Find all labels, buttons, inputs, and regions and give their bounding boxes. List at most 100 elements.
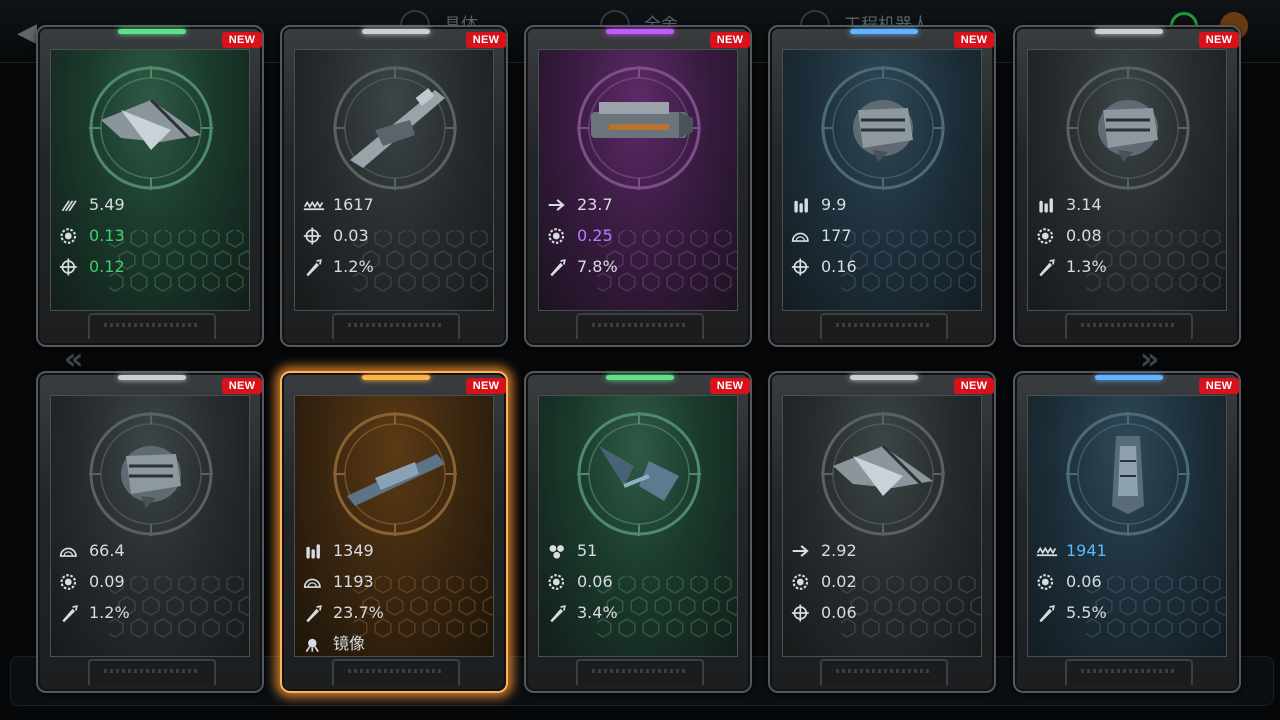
missile-icon xyxy=(550,259,566,277)
ship-card[interactable]: NEW 9.9 177 0.16 xyxy=(768,25,996,347)
card-footer xyxy=(820,659,948,685)
rarity-bar xyxy=(118,29,186,34)
hex-pattern xyxy=(1086,230,1226,292)
stat-row: 1193 xyxy=(303,571,374,593)
ammo-icon xyxy=(794,198,808,213)
ship-card[interactable]: NEW 1349 1193 23.7% 镜像 xyxy=(280,371,508,693)
hex-pattern xyxy=(597,230,737,292)
card-panel: 1941 0.06 5.5% xyxy=(1027,395,1227,657)
cluster-icon xyxy=(549,545,564,559)
ship-card[interactable]: NEW 2.92 0.02 0.06 xyxy=(768,371,996,693)
stat-value: 1.3% xyxy=(1066,257,1107,276)
new-badge: NEW xyxy=(1199,378,1239,394)
rarity-bar xyxy=(850,29,918,34)
ship-card[interactable]: NEW 1941 0.06 5.5% xyxy=(1013,371,1241,693)
rarity-bar xyxy=(850,375,918,380)
stat-row: 51 xyxy=(547,540,597,562)
gear-icon xyxy=(1037,574,1054,590)
stat-value: 5.49 xyxy=(89,195,125,214)
ship-image xyxy=(853,100,913,162)
ship-card[interactable]: NEW 51 0.06 3.4% xyxy=(524,371,752,693)
gear-icon xyxy=(792,574,809,590)
stat-value: 23.7% xyxy=(333,603,384,622)
ammo-icon xyxy=(306,544,320,559)
ship-card[interactable]: NEW 23.7 0.25 7.8% xyxy=(524,25,752,347)
ship-card[interactable]: NEW 66.4 0.09 1.2% xyxy=(36,371,264,693)
card-panel: 3.14 0.08 1.3% xyxy=(1027,49,1227,311)
ship-image xyxy=(350,88,445,168)
stat-row: 0.12 xyxy=(59,256,125,278)
ship-image xyxy=(121,446,181,508)
gear-icon xyxy=(548,574,565,590)
ship-card[interactable]: NEW 3.14 0.08 1.3% xyxy=(1013,25,1241,347)
hex-pattern xyxy=(1086,576,1226,638)
rarity-bar xyxy=(606,29,674,34)
crosshair-icon xyxy=(59,258,77,276)
ship-image xyxy=(1098,100,1158,162)
hex-pattern xyxy=(109,230,249,292)
stat-row: 3.14 xyxy=(1036,194,1102,216)
card-panel: 5.49 0.13 0.12 xyxy=(50,49,250,311)
card-footer xyxy=(88,313,216,339)
stat-value: 3.4% xyxy=(577,603,618,622)
stat-value: 0.08 xyxy=(1066,226,1102,245)
card-panel: 9.9 177 0.16 xyxy=(782,49,982,311)
wave-damage-icon xyxy=(1036,546,1058,557)
new-badge: NEW xyxy=(710,378,750,394)
stat-value: 0.06 xyxy=(577,572,613,591)
rarity-bar xyxy=(118,375,186,380)
hex-pattern xyxy=(353,230,493,292)
stat-row: 66.4 xyxy=(59,540,125,562)
card-panel: 1617 0.03 1.2% xyxy=(294,49,494,311)
stat-row: 0.25 xyxy=(547,225,613,247)
hex-pattern xyxy=(597,576,737,638)
stat-value: 0.06 xyxy=(821,603,857,622)
crosshair-icon xyxy=(303,227,321,245)
card-panel: 1349 1193 23.7% 镜像 xyxy=(294,395,494,657)
card-footer xyxy=(820,313,948,339)
stat-value: 0.12 xyxy=(89,257,125,276)
stat-row: 镜像 xyxy=(303,633,365,655)
card-footer xyxy=(1065,313,1193,339)
speed-arrows-icon xyxy=(61,200,77,212)
mirror-icon xyxy=(305,638,319,653)
hex-pattern xyxy=(841,230,981,292)
gear-icon xyxy=(548,228,565,244)
missile-icon xyxy=(306,259,322,277)
stat-row: 0.02 xyxy=(791,571,857,593)
new-badge: NEW xyxy=(466,378,506,394)
stat-row: 23.7% xyxy=(303,602,384,624)
missile-icon xyxy=(550,605,566,623)
card-footer xyxy=(88,659,216,685)
new-badge: NEW xyxy=(1199,32,1239,48)
ship-card[interactable]: NEW 5.49 0.13 0.12 xyxy=(36,25,264,347)
arrow-right-icon xyxy=(792,545,809,557)
stat-value: 1.2% xyxy=(333,257,374,276)
stat-row: 0.08 xyxy=(1036,225,1102,247)
new-badge: NEW xyxy=(954,32,994,48)
wave-damage-icon xyxy=(303,200,325,211)
gear-icon xyxy=(60,228,77,244)
stat-value: 51 xyxy=(577,541,598,560)
ship-image xyxy=(1112,436,1144,514)
stat-row: 23.7 xyxy=(547,194,613,216)
new-badge: NEW xyxy=(222,32,262,48)
hex-pattern xyxy=(841,576,981,638)
missile-icon xyxy=(1039,259,1055,277)
ship-image xyxy=(347,454,445,506)
rarity-bar xyxy=(606,375,674,380)
stat-value: 镜像 xyxy=(333,634,366,653)
arrow-right-icon xyxy=(548,199,565,211)
missile-icon xyxy=(306,605,322,623)
ship-card[interactable]: NEW 1617 0.03 1.2% xyxy=(280,25,508,347)
stat-row: 1.2% xyxy=(303,256,374,278)
stat-value: 177 xyxy=(821,226,852,245)
gear-icon xyxy=(60,574,77,590)
stat-value: 0.25 xyxy=(577,226,613,245)
card-footer xyxy=(1065,659,1193,685)
stat-row: 177 xyxy=(791,225,852,247)
stat-row: 1.3% xyxy=(1036,256,1107,278)
ammo-icon xyxy=(1039,198,1053,213)
ship-image xyxy=(833,444,933,496)
hex-pattern xyxy=(109,576,249,638)
